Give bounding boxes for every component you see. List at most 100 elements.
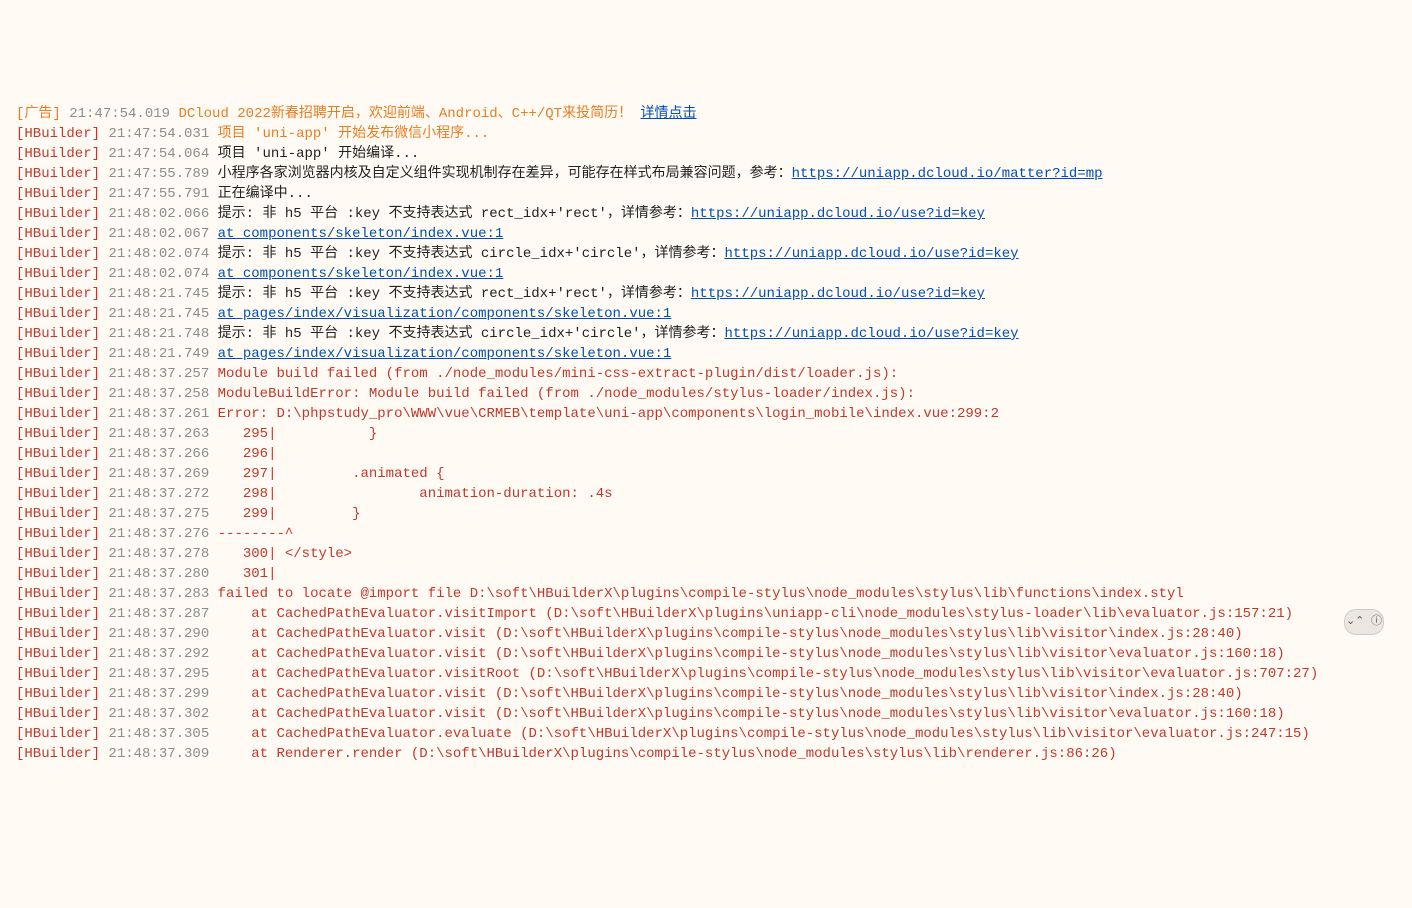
log-link[interactable]: https://uniapp.dcloud.io/use?id=key [725,326,1019,342]
output-toolbar-button[interactable]: ⌄⌃ ⓘ [1344,609,1384,635]
log-text: 提示: 非 h5 平台 :key 不支持表达式 circle_idx+'circ… [218,246,725,262]
log-text: at CachedPathEvaluator.visitImport (D:\s… [218,606,1293,622]
log-timestamp: 21:48:37.257 [108,366,209,382]
log-source-tag: [HBuilder] [16,226,100,242]
log-source-tag: [HBuilder] [16,646,100,662]
log-text: failed to locate @import file D:\soft\HB… [218,586,1184,602]
log-source-tag: [HBuilder] [16,246,100,262]
log-source-tag: [HBuilder] [16,426,100,442]
log-text: 295| } [218,426,378,442]
log-source-tag: [HBuilder] [16,406,100,422]
console-line: [HBuilder] 21:48:37.305 at CachedPathEva… [16,724,1412,744]
log-link[interactable]: at components/skeleton/index.vue:1 [218,266,504,282]
log-timestamp: 21:48:37.283 [108,586,209,602]
console-line: [HBuilder] 21:48:37.295 at CachedPathEva… [16,664,1412,684]
console-line: [HBuilder] 21:48:37.309 at Renderer.rend… [16,744,1412,764]
log-link[interactable]: https://uniapp.dcloud.io/use?id=key [691,286,985,302]
console-line: [HBuilder] 21:47:55.791 正在编译中... [16,184,1412,204]
log-timestamp: 21:48:37.278 [108,546,209,562]
log-text: at CachedPathEvaluator.visitRoot (D:\sof… [218,666,1319,682]
log-timestamp: 21:48:02.074 [108,246,209,262]
log-source-tag: [HBuilder] [16,666,100,682]
log-source-tag: [HBuilder] [16,206,100,222]
log-text: 提示: 非 h5 平台 :key 不支持表达式 rect_idx+'rect'，… [218,286,691,302]
log-text: at CachedPathEvaluator.visit (D:\soft\HB… [218,646,1285,662]
log-text: 296| [218,446,285,462]
log-timestamp: 21:48:37.305 [108,726,209,742]
log-link[interactable]: https://uniapp.dcloud.io/use?id=key [725,246,1019,262]
log-text: 项目 'uni-app' 开始编译... [218,146,420,162]
console-line: [HBuilder] 21:48:37.292 at CachedPathEva… [16,644,1412,664]
console-line: [HBuilder] 21:48:02.067 at components/sk… [16,224,1412,244]
log-timestamp: 21:48:37.261 [108,406,209,422]
log-source-tag: [HBuilder] [16,706,100,722]
log-text: at CachedPathEvaluator.visit (D:\soft\HB… [218,686,1243,702]
console-line: [HBuilder] 21:48:37.261 Error: D:\phpstu… [16,404,1412,424]
log-timestamp: 21:48:02.074 [108,266,209,282]
log-link[interactable]: at pages/index/visualization/components/… [218,306,672,322]
log-timestamp: 21:48:02.067 [108,226,209,242]
console-line: [HBuilder] 21:48:37.276 --------^ [16,524,1412,544]
log-timestamp: 21:48:37.287 [108,606,209,622]
console-line: [HBuilder] 21:48:37.278 300| </style> [16,544,1412,564]
log-text: at CachedPathEvaluator.visit (D:\soft\HB… [218,706,1285,722]
log-timestamp: 21:48:37.292 [108,646,209,662]
console-line: [HBuilder] 21:48:37.258 ModuleBuildError… [16,384,1412,404]
console-line: [HBuilder] 21:48:37.290 at CachedPathEva… [16,624,1412,644]
log-timestamp: 21:48:37.263 [108,426,209,442]
console-line: [HBuilder] 21:48:37.257 Module build fai… [16,364,1412,384]
console-line: [HBuilder] 21:47:54.031 项目 'uni-app' 开始发… [16,124,1412,144]
log-source-tag: [HBuilder] [16,626,100,642]
log-text: at CachedPathEvaluator.visit (D:\soft\HB… [218,626,1243,642]
log-source-tag: [HBuilder] [16,546,100,562]
log-timestamp: 21:48:21.748 [108,326,209,342]
log-text: 297| .animated { [218,466,445,482]
console-line: [HBuilder] 21:48:02.066 提示: 非 h5 平台 :key… [16,204,1412,224]
console-output[interactable]: [广告] 21:47:54.019 DCloud 2022新春招聘开启，欢迎前端… [0,100,1412,768]
log-timestamp: 21:48:37.272 [108,486,209,502]
log-source-tag: [HBuilder] [16,606,100,622]
log-source-tag: [HBuilder] [16,166,100,182]
log-timestamp: 21:47:55.791 [108,186,209,202]
log-link[interactable]: 详情点击 [641,106,697,122]
log-timestamp: 21:48:37.276 [108,526,209,542]
log-text: 298| animation-duration: .4s [218,486,613,502]
log-timestamp: 21:48:37.309 [108,746,209,762]
console-line: [HBuilder] 21:48:21.745 提示: 非 h5 平台 :key… [16,284,1412,304]
log-text: at CachedPathEvaluator.evaluate (D:\soft… [218,726,1310,742]
log-timestamp: 21:48:21.745 [108,306,209,322]
log-source-tag: [HBuilder] [16,586,100,602]
console-line: [HBuilder] 21:48:02.074 at components/sk… [16,264,1412,284]
console-line: [HBuilder] 21:48:37.263 295| } [16,424,1412,444]
console-line: [HBuilder] 21:48:37.269 297| .animated { [16,464,1412,484]
log-source-tag: [HBuilder] [16,506,100,522]
log-text: 301| [218,566,285,582]
log-source-tag: [HBuilder] [16,486,100,502]
log-source-tag: [HBuilder] [16,446,100,462]
log-link[interactable]: at components/skeleton/index.vue:1 [218,226,504,242]
log-timestamp: 21:48:37.280 [108,566,209,582]
log-source-tag: [HBuilder] [16,286,100,302]
log-timestamp: 21:47:54.031 [108,126,209,142]
log-timestamp: 21:48:37.302 [108,706,209,722]
log-source-tag: [HBuilder] [16,726,100,742]
console-line: [HBuilder] 21:48:37.287 at CachedPathEva… [16,604,1412,624]
log-text: 提示: 非 h5 平台 :key 不支持表达式 rect_idx+'rect'，… [218,206,691,222]
log-timestamp: 21:48:02.066 [108,206,209,222]
log-text: 299| } [218,506,361,522]
log-text: DCloud 2022新春招聘开启，欢迎前端、Android、C++/QT来投简… [178,106,632,122]
log-link[interactable]: https://uniapp.dcloud.io/matter?id=mp [792,166,1103,182]
console-line: [广告] 21:47:54.019 DCloud 2022新春招聘开启，欢迎前端… [16,104,1412,124]
log-text: --------^ [218,526,294,542]
log-source-tag: [HBuilder] [16,146,100,162]
log-link[interactable]: at pages/index/visualization/components/… [218,346,672,362]
log-text: 300| </style> [218,546,352,562]
log-link[interactable]: https://uniapp.dcloud.io/use?id=key [691,206,985,222]
console-line: [HBuilder] 21:48:21.748 提示: 非 h5 平台 :key… [16,324,1412,344]
log-timestamp: 21:48:37.290 [108,626,209,642]
console-line: [HBuilder] 21:48:37.280 301| [16,564,1412,584]
log-timestamp: 21:48:37.258 [108,386,209,402]
log-source-tag: [HBuilder] [16,746,100,762]
console-line: [HBuilder] 21:48:37.266 296| [16,444,1412,464]
log-text: 小程序各家浏览器内核及自定义组件实现机制存在差异，可能存在样式布局兼容问题，参考… [218,166,792,182]
